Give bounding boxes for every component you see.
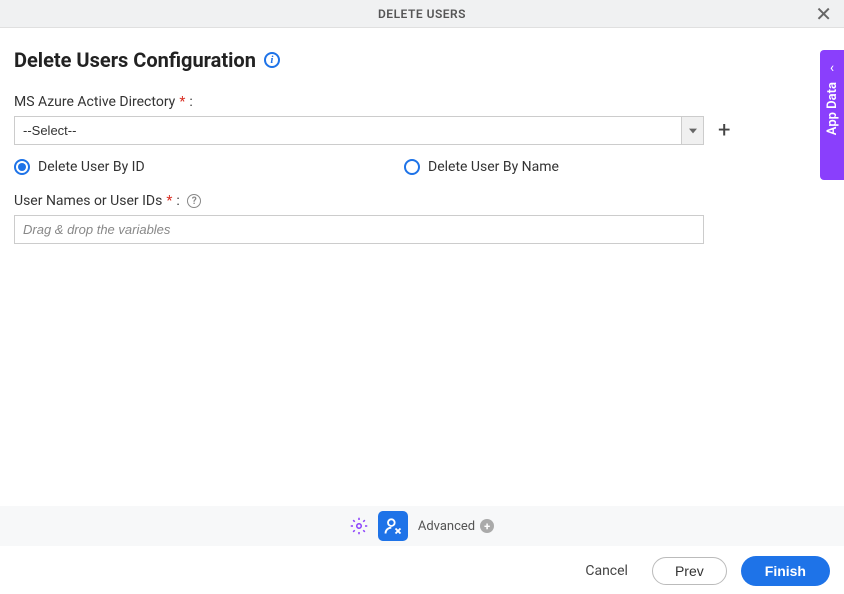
plus-icon: + (480, 519, 494, 533)
required-indicator: * (166, 193, 172, 209)
prev-button[interactable]: Prev (652, 557, 727, 585)
directory-row: + (14, 116, 830, 145)
radio-delete-by-id[interactable]: Delete User By ID (14, 159, 404, 175)
page-title-row: Delete Users Configuration i (14, 48, 830, 72)
radio-label: Delete User By ID (38, 159, 145, 175)
chevron-down-icon[interactable] (681, 117, 703, 144)
delete-mode-radios: Delete User By ID Delete User By Name (14, 159, 830, 175)
radio-delete-by-name[interactable]: Delete User By Name (404, 159, 559, 175)
add-directory-button[interactable]: + (714, 120, 734, 142)
cancel-button[interactable]: Cancel (575, 557, 638, 585)
close-icon[interactable]: ✕ (815, 4, 832, 24)
page-title: Delete Users Configuration (14, 48, 256, 72)
user-ids-label: User Names or User IDs *: ? (14, 193, 830, 209)
directory-select-input[interactable] (15, 117, 681, 144)
radio-icon (14, 159, 30, 175)
required-indicator: * (179, 94, 185, 110)
directory-select[interactable] (14, 116, 704, 145)
chevron-left-icon: ‹ (830, 60, 834, 76)
user-ids-input[interactable] (14, 215, 704, 244)
help-icon[interactable]: ? (187, 194, 201, 208)
footer-buttons: Cancel Prev Finish (575, 556, 830, 586)
dialog-content: Delete Users Configuration i MS Azure Ac… (0, 28, 844, 244)
dialog-header: DELETE USERS ✕ (0, 0, 844, 28)
user-delete-icon[interactable] (378, 511, 408, 541)
gear-icon[interactable] (350, 517, 368, 535)
app-data-label: App Data (825, 82, 840, 135)
info-icon[interactable]: i (264, 52, 280, 68)
finish-button[interactable]: Finish (741, 556, 830, 586)
advanced-toggle[interactable]: Advanced + (418, 519, 494, 534)
directory-label: MS Azure Active Directory *: (14, 94, 830, 110)
bottom-toolbar: Advanced + (0, 506, 844, 546)
dialog-title: DELETE USERS (378, 7, 466, 21)
radio-label: Delete User By Name (428, 159, 559, 175)
radio-icon (404, 159, 420, 175)
app-data-tab[interactable]: ‹ App Data (820, 50, 844, 180)
